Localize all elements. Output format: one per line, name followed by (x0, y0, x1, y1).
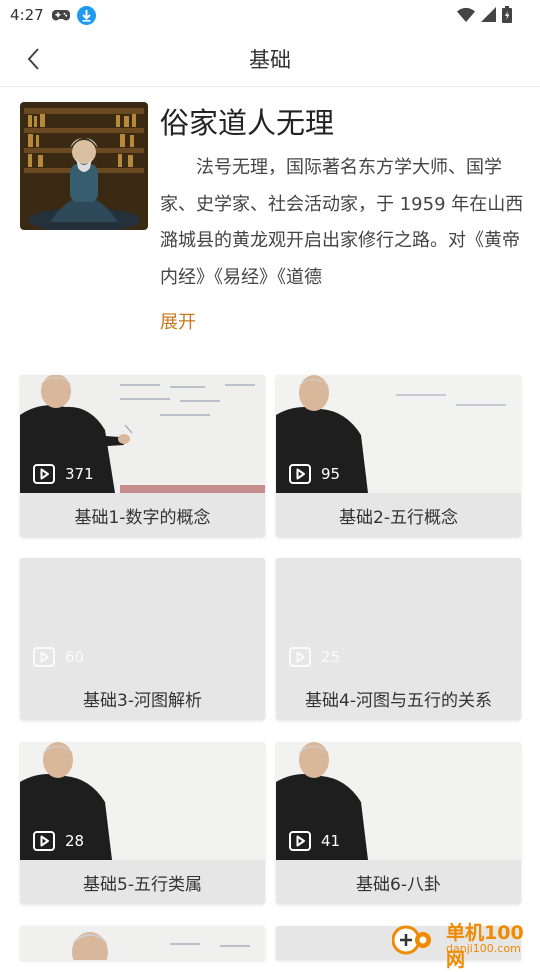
course-card[interactable]: 25 基础4-河图与五行的关系 (276, 558, 521, 720)
course-title: 基础2-五行概念 (339, 508, 458, 528)
play-icon (33, 647, 55, 667)
gamepad-icon (52, 10, 70, 21)
play-count-group: 60 (33, 647, 84, 667)
play-icon (289, 831, 311, 851)
play-icon (289, 464, 311, 484)
danji-logo-icon (392, 925, 431, 955)
play-count-group: 41 (289, 831, 340, 851)
play-count: 371 (65, 465, 94, 483)
expand-link[interactable]: 展开 (160, 308, 196, 334)
play-count-group: 28 (33, 831, 84, 851)
play-count: 60 (65, 648, 85, 666)
course-card[interactable]: 41 基础6-八卦 (276, 742, 521, 904)
course-card[interactable]: 28 基础5-五行类属 (20, 742, 265, 904)
play-count: 95 (321, 465, 341, 483)
status-time: 4:27 (10, 6, 44, 24)
play-count: 41 (321, 832, 341, 850)
status-bar: 4:27 (0, 0, 540, 32)
watermark: 单机100网 danji100.com (388, 916, 538, 971)
author-bio: 法号无理，国际著名东方学大师、国学家、史学家、社会活动家，于 1959 年在山西… (160, 157, 524, 288)
battery-icon (502, 6, 512, 23)
course-card[interactable]: 371 基础1-数字的概念 (20, 375, 265, 537)
page-title: 基础 (249, 48, 291, 72)
play-count-group: 95 (289, 464, 340, 484)
download-icon (77, 6, 96, 25)
author-photo (20, 102, 148, 230)
wifi-icon (457, 7, 475, 22)
course-card[interactable]: 60 基础3-河图解析 (20, 558, 265, 720)
play-icon (33, 464, 55, 484)
play-count-group: 25 (289, 647, 340, 667)
course-title: 基础4-河图与五行的关系 (305, 691, 492, 711)
play-count-group: 371 (33, 464, 94, 484)
course-title: 基础1-数字的概念 (74, 508, 211, 528)
course-title: 基础5-五行类属 (83, 875, 202, 895)
watermark-url: danji100.com (446, 942, 521, 955)
play-count: 28 (65, 832, 85, 850)
author-name: 俗家道人无理 (160, 106, 335, 140)
play-count: 25 (321, 648, 341, 666)
course-title: 基础6-八卦 (356, 875, 441, 895)
course-card[interactable] (20, 926, 265, 960)
course-title: 基础3-河图解析 (83, 691, 202, 711)
signal-icon (481, 7, 496, 22)
app-header: 基础 (0, 32, 540, 87)
course-card[interactable]: 95 基础2-五行概念 (276, 375, 521, 537)
play-icon (33, 831, 55, 851)
play-icon (289, 647, 311, 667)
